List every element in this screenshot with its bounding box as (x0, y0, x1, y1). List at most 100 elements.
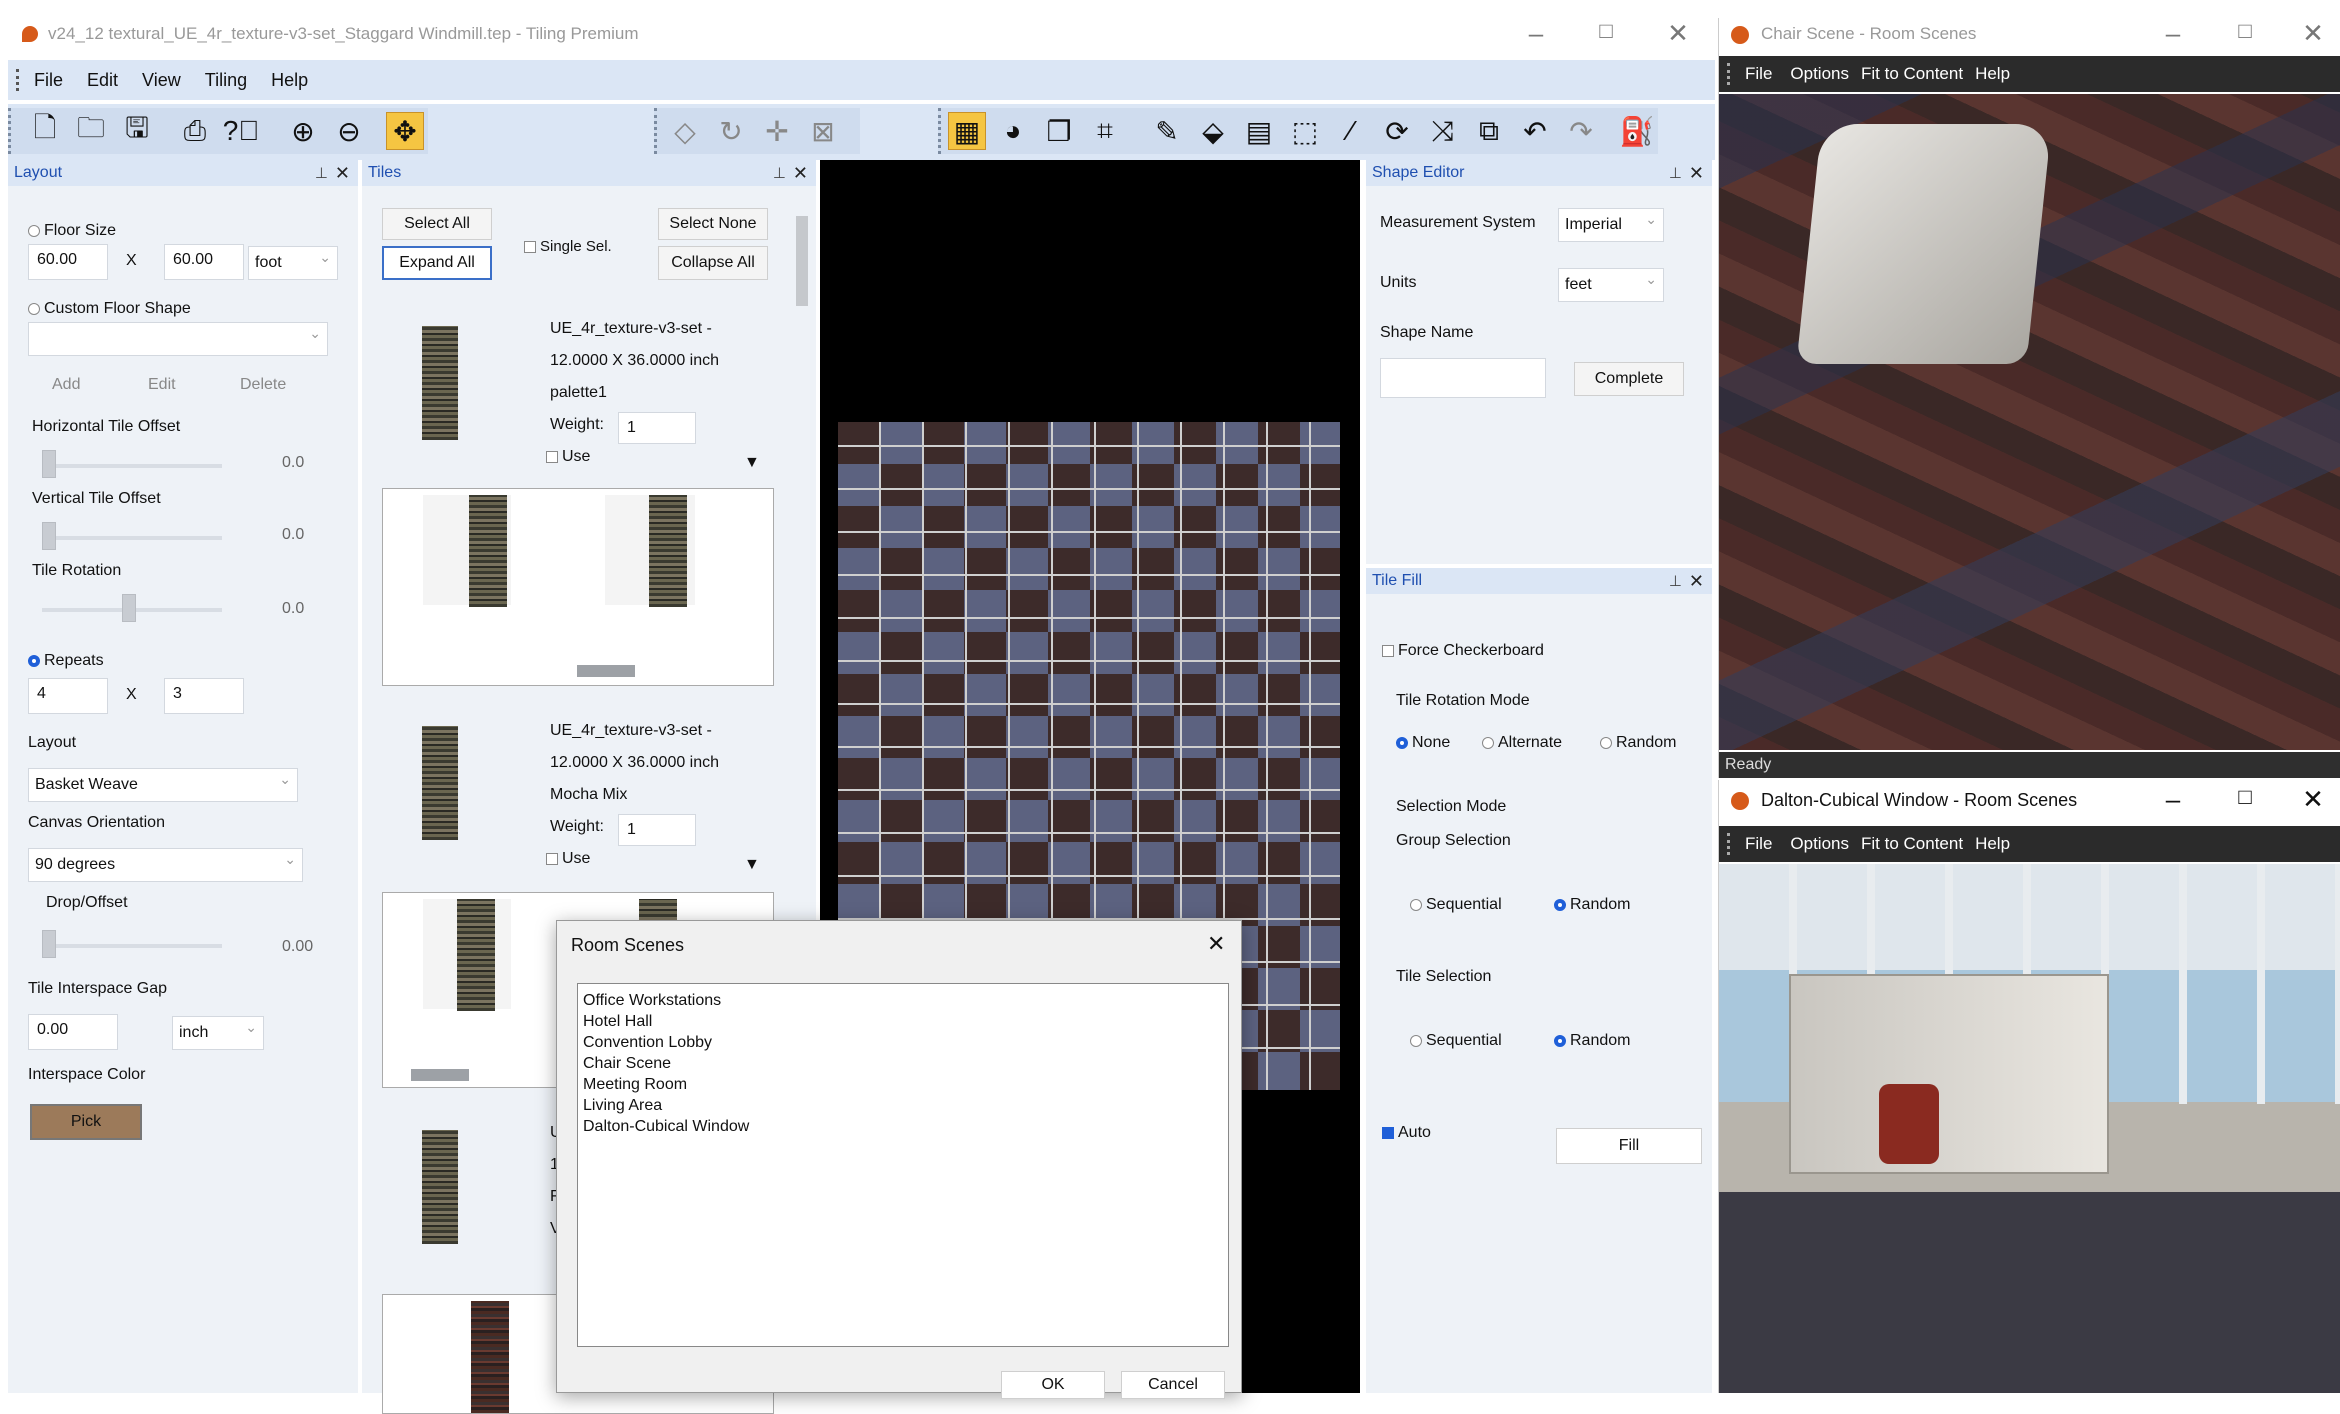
brush-icon[interactable]: ⁄ (1332, 112, 1370, 150)
shape-name-input[interactable] (1380, 358, 1546, 398)
gap-input[interactable]: 0.00 (28, 1014, 118, 1050)
menu-tiling[interactable]: Tiling (205, 70, 247, 91)
pin-icon[interactable]: ⊥ (315, 164, 328, 182)
menu-file[interactable]: File (34, 70, 63, 91)
select-icon[interactable]: ⬚ (1286, 112, 1324, 150)
rotation-thumb[interactable] (122, 594, 136, 622)
close-icon[interactable]: ✕ (1689, 571, 1704, 592)
close-button[interactable]: ✕ (2293, 18, 2333, 49)
preview-scroll-thumb[interactable] (577, 665, 635, 677)
h-offset-slider[interactable] (42, 464, 222, 468)
dialog-close-icon[interactable]: ✕ (1207, 931, 1225, 957)
single-sel-checkbox[interactable]: Single Sel. (524, 238, 612, 255)
tile-2-variant-a[interactable] (457, 899, 495, 1011)
shape-icon[interactable]: ◇ (666, 112, 704, 150)
floor-height-input[interactable]: 60.00 (164, 244, 244, 280)
complete-button[interactable]: Complete (1574, 362, 1684, 396)
tile-1-weight-input[interactable]: 1 (618, 412, 696, 444)
move-icon[interactable]: ✛ (758, 112, 796, 150)
zoom-in-icon[interactable]: ⊕ (284, 112, 322, 150)
v-offset-thumb[interactable] (42, 522, 56, 550)
refresh-icon[interactable]: ⟳ (1378, 112, 1416, 150)
drop-offset-thumb[interactable] (42, 930, 56, 958)
rotation-random-radio[interactable]: Random (1600, 734, 1676, 752)
scene-item[interactable]: Chair Scene (583, 1053, 1223, 1074)
minimize-button[interactable]: – (2153, 18, 2193, 49)
tile-1-variant-b[interactable] (649, 495, 687, 607)
menu-file[interactable]: File (1745, 834, 1772, 854)
scene-item[interactable]: Convention Lobby (583, 1032, 1223, 1053)
tile-2-weight-input[interactable]: 1 (618, 814, 696, 846)
redo-icon[interactable]: ↷ (1562, 112, 1600, 150)
scene-item[interactable]: Dalton-Cubical Window (583, 1116, 1223, 1137)
expand-all-button[interactable]: Expand All (382, 246, 492, 280)
menu-edit[interactable]: Edit (87, 70, 118, 91)
close-icon[interactable]: ✕ (1689, 163, 1704, 184)
copy-icon[interactable]: ❐ (1040, 112, 1078, 150)
tile-1-use-checkbox[interactable]: Use (546, 448, 590, 466)
layout-dropdown[interactable]: Basket Weave (28, 768, 298, 802)
menu-file[interactable]: File (1745, 64, 1772, 84)
custom-shape-radio[interactable]: Custom Floor Shape (28, 300, 191, 318)
cancel-button[interactable]: Cancel (1121, 1371, 1225, 1399)
scene-item[interactable]: Living Area (583, 1095, 1223, 1116)
crop-icon[interactable]: ⌗ (1086, 112, 1124, 150)
maximize-button[interactable]: □ (2225, 784, 2265, 810)
menu-options[interactable]: Options (1790, 834, 1849, 854)
fit-icon[interactable]: ⊠ (804, 112, 842, 150)
group-random-radio[interactable]: Random (1554, 896, 1630, 914)
floor-unit-dropdown[interactable]: foot (248, 246, 338, 280)
menu-help[interactable]: Help (1975, 834, 2010, 854)
preview-scroll-thumb[interactable] (411, 1069, 469, 1081)
tile-1-variant-a[interactable] (469, 495, 507, 607)
new-file-icon[interactable]: 🗋 (26, 112, 64, 150)
delete-button[interactable]: Delete (240, 376, 286, 394)
save-icon[interactable]: 🖫 (118, 112, 156, 150)
tile-2-expand-icon[interactable]: ▼ (744, 856, 760, 874)
measurement-dropdown[interactable]: Imperial (1558, 208, 1664, 242)
scene-item[interactable]: Hotel Hall (583, 1011, 1223, 1032)
rotate-icon[interactable]: ↻ (712, 112, 750, 150)
orientation-dropdown[interactable]: 90 degrees (28, 848, 303, 882)
maximize-button[interactable]: □ (1586, 18, 1626, 44)
tile-2-use-checkbox[interactable]: Use (546, 850, 590, 868)
floor-width-input[interactable]: 60.00 (28, 244, 108, 280)
rotation-none-radio[interactable]: None (1396, 734, 1450, 752)
pick-color-button[interactable]: Pick (30, 1104, 142, 1140)
grid-icon[interactable]: ▦ (948, 112, 986, 150)
edit-button[interactable]: Edit (148, 376, 176, 394)
pan-icon[interactable]: ✥ (386, 112, 424, 150)
custom-shape-dropdown[interactable] (28, 322, 328, 356)
tile-1-thumbnail[interactable] (422, 326, 458, 440)
repeat-b-input[interactable]: 3 (164, 678, 244, 714)
eraser-icon[interactable]: ⬙ (1194, 112, 1232, 150)
select-all-button[interactable]: Select All (382, 208, 492, 240)
repeats-radio[interactable]: Repeats (28, 652, 104, 670)
gap-unit-dropdown[interactable]: inch (172, 1016, 264, 1050)
menu-help[interactable]: Help (1975, 64, 2010, 84)
menu-options[interactable]: Options (1790, 64, 1849, 84)
pencil-icon[interactable]: ✎ (1148, 112, 1186, 150)
menu-view[interactable]: View (142, 70, 181, 91)
tile-sequential-radio[interactable]: Sequential (1410, 1032, 1502, 1050)
pin-icon[interactable]: ⊥ (1669, 572, 1682, 590)
pin-icon[interactable]: ⊥ (1669, 164, 1682, 182)
h-offset-thumb[interactable] (42, 450, 56, 478)
menu-help[interactable]: Help (271, 70, 308, 91)
floor-size-radio[interactable]: Floor Size (28, 222, 116, 240)
tile-3-variant-a[interactable] (471, 1301, 509, 1413)
group-sequential-radio[interactable]: Sequential (1410, 896, 1502, 914)
dalton-scene-render[interactable] (1719, 864, 2340, 1393)
zoom-out-icon[interactable]: ⊖ (330, 112, 368, 150)
select-none-button[interactable]: Select None (658, 208, 768, 240)
maximize-button[interactable]: □ (2225, 18, 2265, 44)
help-icon[interactable]: ?⃝ (222, 112, 260, 150)
scene-item[interactable]: Meeting Room (583, 1074, 1223, 1095)
tile-random-radio[interactable]: Random (1554, 1032, 1630, 1050)
force-checkerboard-checkbox[interactable]: Force Checkerboard (1382, 642, 1544, 660)
drop-offset-slider[interactable] (42, 944, 222, 948)
units-dropdown[interactable]: feet (1558, 268, 1664, 302)
tile-3-thumbnail[interactable] (422, 1130, 458, 1244)
scenes-listbox[interactable]: Office Workstations Hotel Hall Conventio… (577, 983, 1229, 1347)
layers-icon[interactable]: ▤ (1240, 112, 1278, 150)
